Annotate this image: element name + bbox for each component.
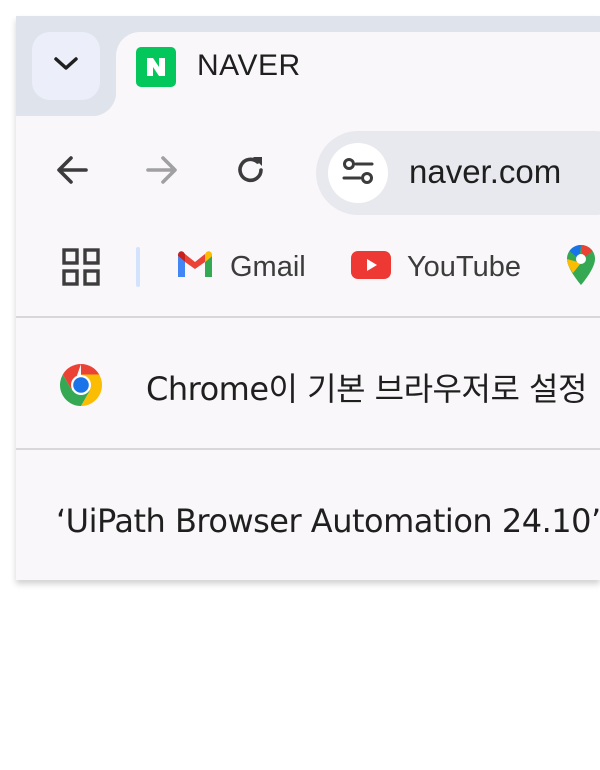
bookmark-youtube[interactable]: YouTube <box>351 244 521 290</box>
arrow-left-icon <box>55 155 89 190</box>
reload-button[interactable] <box>227 148 275 196</box>
reload-icon <box>234 153 268 192</box>
apps-grid-icon <box>61 247 101 292</box>
tune-icon <box>341 156 375 191</box>
site-info-button[interactable] <box>328 143 388 203</box>
chrome-icon <box>59 363 103 407</box>
bookmarks-divider <box>136 247 140 287</box>
chevron-down-icon <box>53 56 79 77</box>
bookmark-maps[interactable] <box>566 244 596 290</box>
youtube-icon <box>351 250 391 284</box>
apps-button[interactable] <box>56 244 106 294</box>
tab-search-button[interactable] <box>32 32 100 100</box>
google-maps-icon <box>566 244 596 291</box>
arrow-right-icon <box>145 155 179 190</box>
infobar-divider <box>16 448 600 450</box>
gmail-icon <box>176 250 214 285</box>
url-text[interactable]: naver.com <box>409 153 561 191</box>
bookmark-label: YouTube <box>407 250 521 283</box>
tab-title: NAVER <box>197 49 301 82</box>
bookmark-label: Gmail <box>230 250 306 283</box>
automation-infobar-text: ‘UiPath Browser Automation 24.10’에 <box>56 502 600 540</box>
toolbar-divider <box>16 316 600 318</box>
bookmark-gmail[interactable]: Gmail <box>176 244 306 290</box>
tab-active[interactable] <box>116 32 600 122</box>
naver-favicon-icon <box>136 47 176 87</box>
forward-button[interactable] <box>138 148 186 196</box>
default-browser-infobar-text: Chrome이 기본 브라우저로 설정 <box>146 370 587 408</box>
tab-corner <box>92 92 116 116</box>
browser-window: NAVER naver.com Gmail YouTube Chrome이 기본… <box>16 16 600 580</box>
back-button[interactable] <box>48 148 96 196</box>
